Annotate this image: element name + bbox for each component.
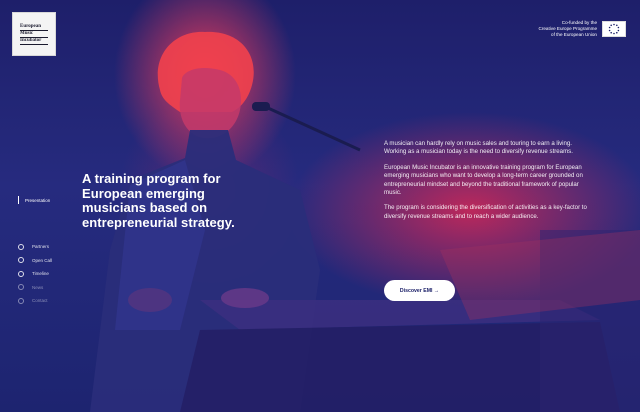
- cofunded-line: of the European Union: [551, 32, 597, 37]
- nav-item-label: Contact: [32, 298, 48, 304]
- logo-line: Music: [20, 31, 48, 38]
- nav-dot-icon: [18, 270, 24, 277]
- nav-section-label: Presentation: [25, 197, 51, 203]
- nav-item-open-call[interactable]: Open Call: [18, 254, 52, 268]
- nav-dot-icon: [18, 257, 24, 264]
- nav-item-label: Timeline: [32, 271, 49, 277]
- description-paragraph: The program is considering the diversifi…: [384, 204, 587, 220]
- nav-current-section[interactable]: Presentation: [18, 196, 78, 204]
- description-paragraph: A musician can hardly rely on music sale…: [384, 140, 573, 156]
- cofunded-badge: Co-funded by the Creative Europe Program…: [515, 20, 626, 38]
- nav-item-contact[interactable]: Contact: [18, 294, 52, 308]
- nav-item-news[interactable]: News: [18, 281, 52, 295]
- side-navigation: Presentation Partners Open Call Timeline…: [18, 196, 78, 304]
- hero-description: A musician can hardly rely on music sale…: [384, 140, 589, 228]
- cofunded-text: Co-funded by the Creative Europe Program…: [515, 20, 597, 38]
- nav-item-partners[interactable]: Partners: [18, 240, 52, 254]
- site-logo[interactable]: European Music Incubator: [12, 12, 56, 56]
- hero-headline: A training program for European emerging…: [82, 171, 235, 230]
- nav-dot-icon: [18, 297, 24, 304]
- nav-dot-icon: [18, 284, 24, 291]
- discover-emi-button[interactable]: Discover EMI →: [384, 280, 455, 301]
- section-indicator: [18, 196, 19, 204]
- nav-item-label: Partners: [32, 244, 50, 250]
- nav-item-timeline[interactable]: Timeline: [18, 267, 52, 281]
- eu-flag-icon: [602, 21, 626, 37]
- logo-line: Incubator: [20, 38, 48, 45]
- nav-dot-icon: [18, 243, 24, 250]
- nav-item-label: News: [32, 284, 44, 290]
- nav-items: Partners Open Call Timeline News Contact: [18, 240, 52, 308]
- nav-item-label: Open Call: [32, 257, 53, 263]
- description-paragraph: European Music Incubator is an innovativ…: [384, 163, 583, 197]
- logo-line: European: [20, 24, 48, 31]
